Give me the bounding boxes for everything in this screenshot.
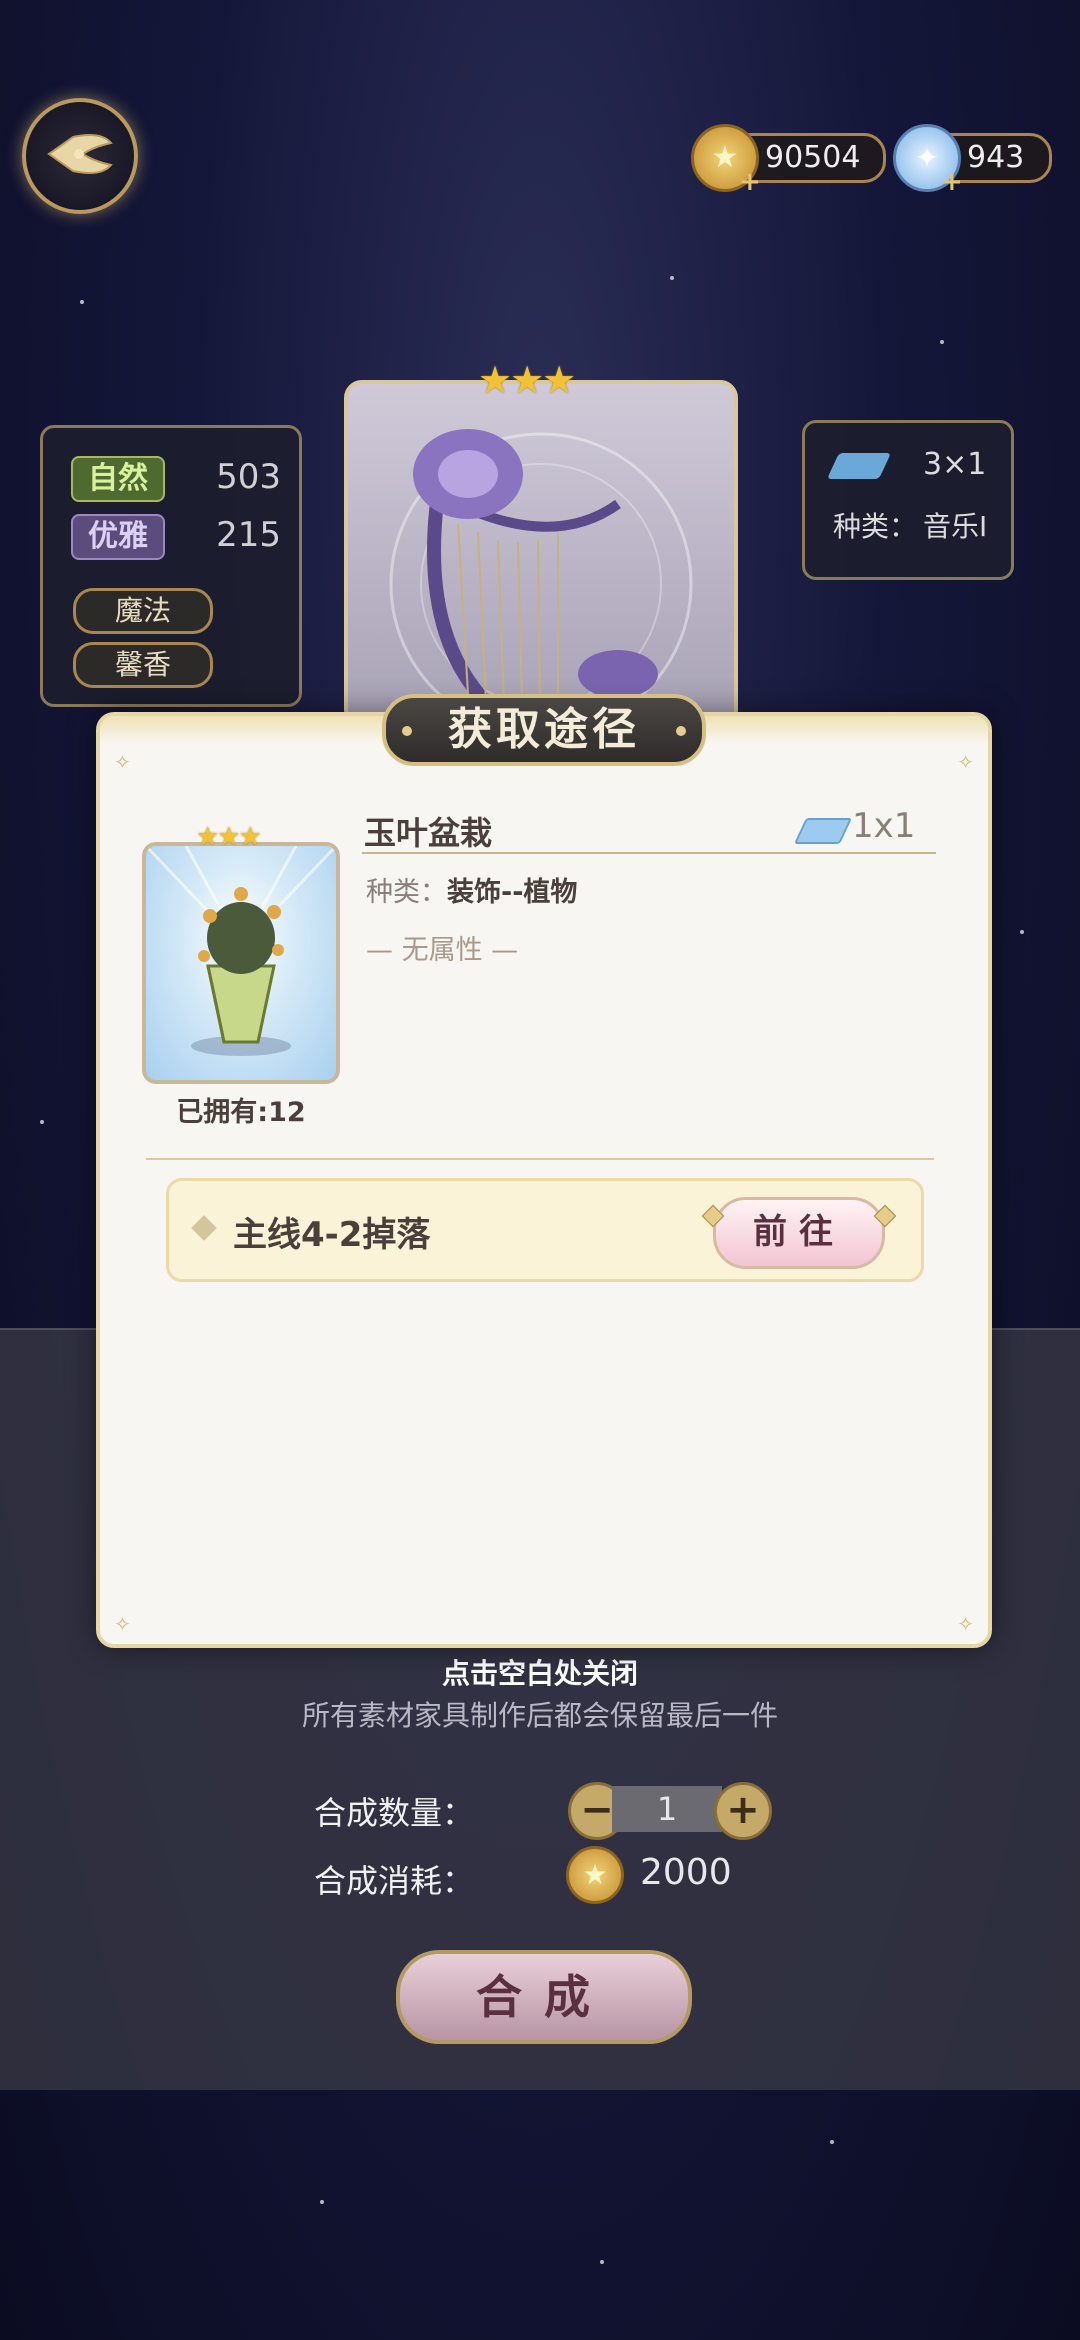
back-button[interactable] xyxy=(22,98,138,214)
close-hint: 点击空白处关闭 xyxy=(441,1657,638,1690)
gem-amount: 943 xyxy=(967,140,1025,175)
item-attribute: — 无属性 — xyxy=(366,935,519,966)
add-gems-icon[interactable]: + xyxy=(941,160,963,204)
size-type-panel: 3×1 种类： 音乐I xyxy=(802,420,1014,580)
modal-title-text: 获取途径 xyxy=(448,704,640,755)
title-dot-icon xyxy=(402,726,412,736)
keep-hint: 所有素材家具制作后都会保留最后一件 xyxy=(301,1699,778,1732)
title-dot-icon xyxy=(676,726,686,736)
elegant-attribute: 优雅 215 xyxy=(71,514,281,560)
background-star xyxy=(320,2200,324,2204)
item-size: 1x1 xyxy=(852,806,916,846)
modal-title: 获取途径 xyxy=(382,694,706,766)
elegant-tag: 优雅 xyxy=(71,514,165,560)
name-underline xyxy=(362,852,936,854)
plus-button[interactable]: + xyxy=(714,1782,772,1840)
coin-amount: 90504 xyxy=(765,140,861,175)
natural-value: 503 xyxy=(216,457,281,497)
item-name: 玉叶盆栽 xyxy=(364,814,493,852)
attribute-panel: 自然 503 优雅 215 魔法 馨香 xyxy=(40,425,302,707)
item-thumbnail xyxy=(142,842,340,1084)
background-star xyxy=(670,276,674,280)
natural-tag: 自然 xyxy=(71,456,165,502)
quantity-label: 合成数量： xyxy=(314,1794,475,1832)
background-item-card xyxy=(344,380,738,728)
cost-coin-icon: ★ xyxy=(566,1846,624,1904)
go-button[interactable]: 前往 xyxy=(713,1197,885,1269)
quantity-value: 1 xyxy=(612,1786,722,1832)
background-item-stars: ★★★ xyxy=(478,358,576,402)
item-type-value: 装饰--植物 xyxy=(447,877,578,908)
diamond-bullet-icon xyxy=(191,1215,217,1241)
craft-button[interactable]: 合成 xyxy=(396,1950,692,2044)
wings-back-icon xyxy=(43,129,117,183)
bg-type-label: 种类： xyxy=(833,510,918,543)
potted-plant-illustration xyxy=(146,846,336,1056)
tag-magic: 魔法 xyxy=(73,588,213,634)
bg-size-value: 3×1 xyxy=(923,447,987,482)
background-star xyxy=(940,340,944,344)
cost-value: 2000 xyxy=(640,1852,732,1893)
source-text: 主线4-2掉落 xyxy=(233,1215,431,1255)
harp-illustration xyxy=(389,429,693,724)
cost-label: 合成消耗： xyxy=(314,1862,475,1900)
corner-ornament-icon: ✧ xyxy=(957,1612,974,1636)
bg-type-value: 音乐I xyxy=(923,510,988,543)
background-star xyxy=(1020,930,1024,934)
corner-ornament-icon: ✧ xyxy=(114,1612,131,1636)
item-type-prefix: 种类： xyxy=(366,877,447,908)
item-rarity-stars: ★★★ xyxy=(196,822,262,852)
background-star xyxy=(40,1120,44,1124)
owned-count: 已拥有:12 xyxy=(176,1097,306,1128)
background-star xyxy=(600,2260,604,2264)
gem-counter: ✦ 943 + xyxy=(893,124,1052,197)
elegant-value: 215 xyxy=(216,515,281,555)
item-type: 种类：装饰--植物 xyxy=(366,870,577,909)
corner-ornament-icon: ✧ xyxy=(957,750,974,774)
background-star xyxy=(830,2140,834,2144)
tag-fragrance: 馨香 xyxy=(73,642,213,688)
corner-ornament-icon: ✧ xyxy=(114,750,131,774)
natural-attribute: 自然 503 xyxy=(71,456,281,502)
background-star xyxy=(80,300,84,304)
grid-size-icon xyxy=(826,453,892,479)
source-row: 主线4-2掉落 前往 xyxy=(166,1178,924,1282)
add-coins-icon[interactable]: + xyxy=(739,160,761,204)
modal-divider xyxy=(146,1158,934,1160)
coin-counter: ★ 90504 + xyxy=(691,124,886,197)
